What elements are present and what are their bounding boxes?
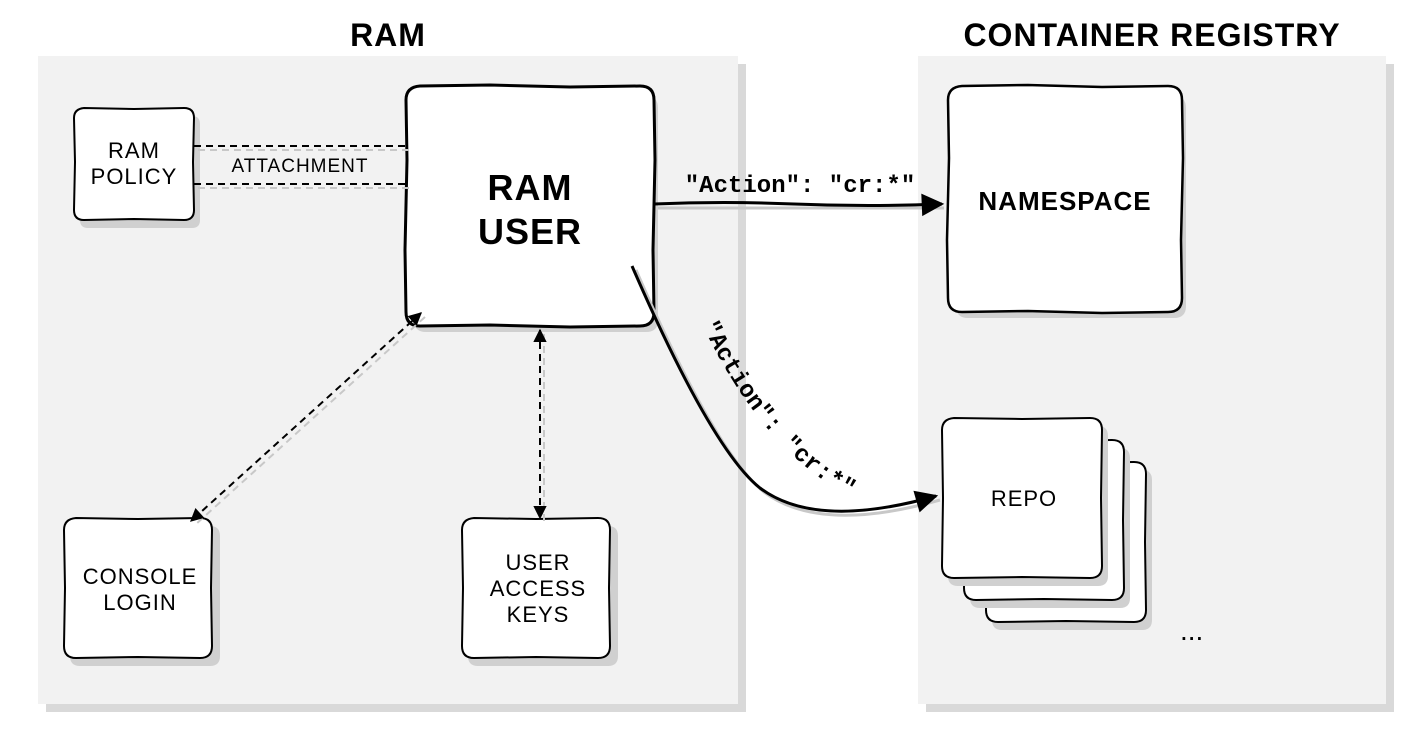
console-login-label-2: LOGIN [103,590,176,615]
registry-panel-title: CONTAINER REGISTRY [963,17,1340,53]
ram-policy-node: RAM POLICY [74,108,200,228]
edge-user-namespace: "Action": "cr:*" [654,173,944,208]
ram-user-node: RAM USER [405,85,658,332]
ram-user-label-1: RAM [488,167,573,208]
repo-label: REPO [991,486,1057,511]
console-login-label-1: CONSOLE [83,564,198,589]
ram-user-label-2: USER [478,211,582,252]
edge-attachment-label: ATTACHMENT [231,156,368,177]
uak-label-2: ACCESS [490,576,586,601]
console-login-node: CONSOLE LOGIN [64,518,220,666]
namespace-node: NAMESPACE [947,85,1186,318]
user-access-keys-node: USER ACCESS KEYS [462,518,618,666]
edge-user-namespace-label: "Action": "cr:*" [685,173,915,200]
uak-label-1: USER [505,550,570,575]
ram-policy-label-1: RAM [108,138,160,163]
repo-ellipsis: ... [1180,615,1203,646]
namespace-label: NAMESPACE [978,186,1151,216]
ram-panel-title: RAM [350,17,426,53]
ram-policy-label-2: POLICY [91,164,178,189]
uak-label-3: KEYS [507,602,570,627]
